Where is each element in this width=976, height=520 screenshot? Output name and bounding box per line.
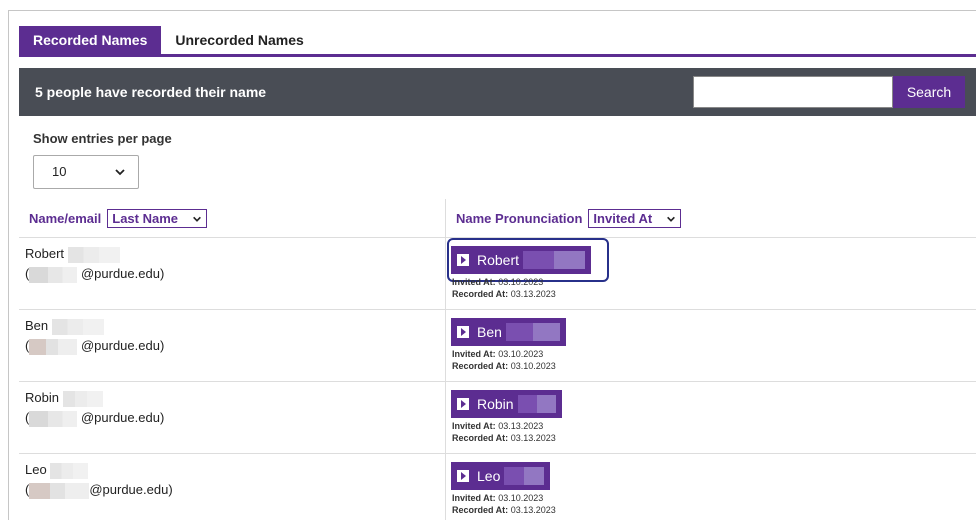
- name-sort-select[interactable]: Last Name: [107, 209, 208, 228]
- email-domain: @purdue.edu): [80, 410, 165, 425]
- pronunciation-sort-value: Invited At: [593, 211, 653, 226]
- search-button[interactable]: Search: [893, 76, 965, 108]
- redacted-last-name: [67, 246, 120, 263]
- recorded-date: 03.13.2023: [510, 505, 556, 515]
- table-row: Robert ( @purdue.edu) Robert Invited At:…: [19, 238, 976, 310]
- invited-date: 03.10.2023: [498, 277, 544, 287]
- invited-date: 03.10.2023: [498, 349, 544, 359]
- redacted-email-user: [29, 266, 78, 283]
- table-row: Robin ( @purdue.edu) Robin Invited At: 0…: [19, 382, 976, 454]
- redacted-last-name: [51, 318, 104, 335]
- chevron-down-icon: [667, 216, 676, 222]
- pronunciation-label: Name Pronunciation: [456, 211, 583, 226]
- record-dates: Invited At: 03.10.2023 Recorded At: 03.1…: [452, 277, 556, 299]
- name-email-cell: Robin ( @purdue.edu): [25, 390, 165, 427]
- play-icon: [457, 470, 469, 482]
- names-table: Name/email Last Name Name Pronunciation …: [19, 199, 976, 520]
- email-domain: @purdue.edu): [80, 338, 165, 353]
- name-email-cell: Leo (@purdue.edu): [25, 462, 173, 499]
- first-name: Robert: [25, 246, 65, 261]
- panel-header: 5 people have recorded their name Search: [19, 68, 976, 116]
- entries-label: Show entries per page: [33, 131, 172, 146]
- redacted-last-name: [523, 251, 586, 269]
- play-pronunciation-button[interactable]: Ben: [451, 318, 566, 346]
- redacted-last-name: [517, 395, 556, 413]
- redacted-last-name: [504, 467, 545, 485]
- play-pronunciation-button[interactable]: Robin: [451, 390, 562, 418]
- pronunciation-name: Robert: [477, 252, 520, 268]
- redacted-last-name: [50, 462, 89, 479]
- search-input[interactable]: [693, 76, 893, 108]
- redacted-last-name: [62, 390, 103, 407]
- pronunciation-header: Name Pronunciation Invited At: [456, 209, 682, 228]
- table-row: Leo (@purdue.edu) Leo Invited At: 03.10.…: [19, 454, 976, 520]
- redacted-email-user: [29, 482, 90, 499]
- pronunciation-name: Ben: [477, 324, 502, 340]
- recorded-count-title: 5 people have recorded their name: [35, 84, 267, 100]
- entries-per-page-select[interactable]: 10: [33, 155, 139, 189]
- recorded-date: 03.13.2023: [510, 433, 556, 443]
- email-domain: @purdue.edu): [89, 482, 173, 497]
- table-row: Ben ( @purdue.edu) Ben Invited At: 03.10…: [19, 310, 976, 382]
- play-icon: [457, 398, 469, 410]
- tab-unrecorded-names[interactable]: Unrecorded Names: [161, 26, 318, 54]
- email-domain: @purdue.edu): [80, 266, 165, 281]
- invited-date: 03.13.2023: [498, 421, 544, 431]
- recorded-date: 03.13.2023: [510, 289, 556, 299]
- recorded-date: 03.10.2023: [510, 361, 556, 371]
- redacted-email-user: [29, 338, 78, 355]
- pronunciation-name: Leo: [477, 468, 501, 484]
- name-email-cell: Ben ( @purdue.edu): [25, 318, 165, 355]
- pronunciation-name: Robin: [477, 396, 514, 412]
- record-dates: Invited At: 03.10.2023 Recorded At: 03.1…: [452, 493, 556, 515]
- name-sort-value: Last Name: [112, 211, 179, 226]
- name-email-label: Name/email: [29, 211, 102, 226]
- table-header: Name/email Last Name Name Pronunciation …: [19, 199, 976, 238]
- invited-date: 03.10.2023: [498, 493, 544, 503]
- pronunciation-sort-select[interactable]: Invited At: [588, 209, 682, 228]
- first-name: Ben: [25, 318, 49, 333]
- name-email-cell: Robert ( @purdue.edu): [25, 246, 165, 283]
- play-icon: [457, 254, 469, 266]
- play-icon: [457, 326, 469, 338]
- chevron-down-icon: [193, 216, 201, 222]
- first-name: Robin: [25, 390, 59, 405]
- play-pronunciation-button[interactable]: Leo: [451, 462, 551, 490]
- app-frame: Recorded Names Unrecorded Names 5 people…: [8, 10, 976, 520]
- record-dates: Invited At: 03.13.2023 Recorded At: 03.1…: [452, 421, 556, 443]
- chevron-down-icon: [115, 169, 125, 176]
- play-pronunciation-button[interactable]: Robert: [451, 246, 592, 274]
- first-name: Leo: [25, 462, 47, 477]
- name-email-header: Name/email Last Name: [29, 209, 208, 228]
- record-dates: Invited At: 03.10.2023 Recorded At: 03.1…: [452, 349, 556, 371]
- tab-bar: Recorded Names Unrecorded Names: [19, 26, 318, 54]
- tab-recorded-names[interactable]: Recorded Names: [19, 26, 162, 54]
- redacted-last-name: [505, 323, 560, 341]
- entries-selected-value: 10: [52, 164, 67, 179]
- redacted-email-user: [29, 410, 78, 427]
- tab-underline: [19, 54, 976, 57]
